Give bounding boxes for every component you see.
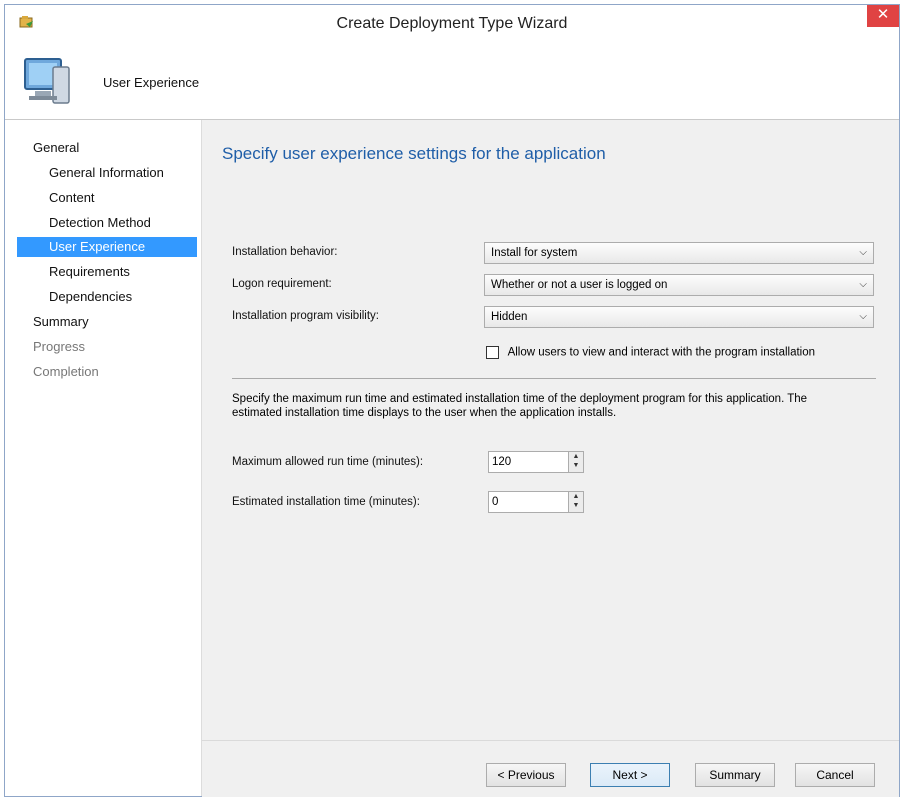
program-visibility-select[interactable]: Hidden ⌵ — [484, 306, 874, 328]
allow-interact-option[interactable]: Allow users to view and interact with th… — [486, 346, 815, 359]
estimated-time-stepper[interactable]: ▲ ▼ — [568, 492, 583, 512]
nav-item-requirements[interactable]: Requirements — [17, 262, 197, 282]
nav-item-content[interactable]: Content — [17, 188, 197, 208]
max-run-time-input[interactable]: 120 ▲ ▼ — [488, 451, 584, 473]
max-run-time-label: Maximum allowed run time (minutes): — [232, 456, 424, 468]
chevron-down-icon: ⌵ — [859, 247, 867, 258]
allow-interact-label: Allow users to view and interact with th… — [507, 346, 816, 359]
estimated-time-input[interactable]: 0 ▲ ▼ — [488, 491, 584, 513]
program-visibility-value: Hidden — [491, 311, 528, 323]
cancel-button[interactable]: Cancel — [795, 763, 875, 787]
logon-requirement-value: Whether or not a user is logged on — [491, 279, 668, 291]
estimated-time-label: Estimated installation time (minutes): — [232, 496, 420, 508]
max-run-time-stepper[interactable]: ▲ ▼ — [568, 452, 583, 472]
chevron-down-icon: ⌵ — [859, 279, 867, 290]
previous-button[interactable]: < Previous — [486, 763, 566, 787]
nav-item-user-experience[interactable]: User Experience — [17, 237, 197, 257]
logon-requirement-select[interactable]: Whether or not a user is logged on ⌵ — [484, 274, 874, 296]
nav-item-detection-method[interactable]: Detection Method — [17, 213, 197, 233]
nav-item-general[interactable]: General — [17, 138, 197, 158]
chevron-down-icon: ⌵ — [859, 311, 867, 322]
max-run-time-value: 120 — [492, 456, 512, 468]
nav-item-progress: Progress — [33, 339, 86, 354]
wizard-nav: General General Information Content Dete… — [5, 120, 202, 796]
nav-item-general-information[interactable]: General Information — [17, 163, 197, 183]
page-title: User Experience — [103, 75, 200, 90]
run-time-description: Specify the maximum run time and estimat… — [232, 393, 808, 419]
allow-interact-checkbox[interactable] — [486, 346, 499, 359]
nav-item-summary[interactable]: Summary — [17, 312, 197, 332]
nav-item-dependencies[interactable]: Dependencies — [17, 287, 197, 307]
main-panel: Specify user experience settings for the… — [202, 120, 899, 740]
page-header: User Experience — [5, 43, 899, 120]
installation-behavior-value: Install for system — [491, 247, 578, 259]
window-title: Create Deployment Type Wizard — [336, 15, 568, 32]
program-visibility-label: Installation program visibility: — [232, 310, 380, 322]
computer-icon — [17, 53, 77, 111]
installation-behavior-select[interactable]: Install for system ⌵ — [484, 242, 874, 264]
divider — [232, 378, 876, 379]
close-button[interactable]: ✕ — [867, 5, 899, 27]
logon-requirement-label: Logon requirement: — [232, 278, 332, 290]
title-bar: Create Deployment Type Wizard ✕ — [5, 5, 899, 43]
main-heading: Specify user experience settings for the… — [222, 144, 606, 163]
wizard-window: Create Deployment Type Wizard ✕ User Exp… — [4, 4, 900, 797]
estimated-time-value: 0 — [492, 496, 499, 508]
footer: < Previous Next > Summary Cancel — [202, 740, 899, 797]
installation-behavior-label: Installation behavior: — [232, 246, 338, 258]
next-button[interactable]: Next > — [590, 763, 670, 787]
summary-button[interactable]: Summary — [695, 763, 775, 787]
close-icon: ✕ — [876, 6, 890, 23]
nav-item-completion: Completion — [33, 364, 99, 379]
